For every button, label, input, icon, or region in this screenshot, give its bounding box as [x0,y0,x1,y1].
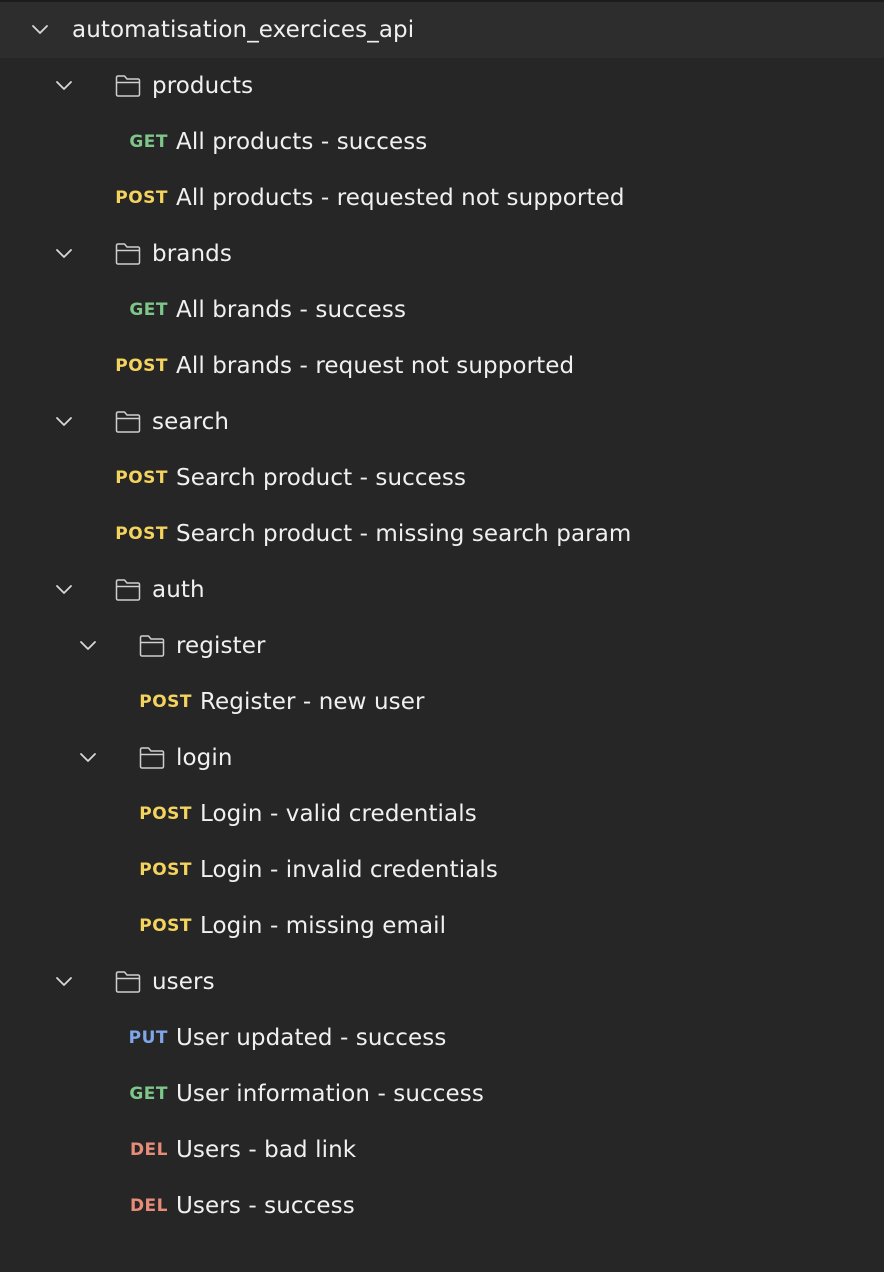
chevron-down-icon[interactable] [55,245,73,263]
request-label: Login - missing email [200,913,447,939]
request-item[interactable]: POST Login - valid credentials [0,786,884,842]
folder-label: login [176,745,233,771]
chevron-down-icon[interactable] [55,973,73,991]
folder-icon [114,409,142,435]
request-label: All brands - success [176,297,407,323]
folder-icon [114,241,142,267]
method-badge-put: PUT [128,1028,168,1048]
request-item[interactable]: DEL Users - success [0,1178,884,1234]
chevron-down-icon[interactable] [55,413,73,431]
method-badge-post: POST [139,804,192,824]
request-item[interactable]: POST All products - requested not support… [0,170,884,226]
folder-icon [138,633,166,659]
chevron-down-icon[interactable] [55,581,73,599]
method-badge-get: GET [129,300,168,320]
folder-brands[interactable]: brands [0,226,884,282]
folder-login[interactable]: login [0,730,884,786]
request-label: All brands - request not supported [176,353,575,379]
request-label: Search product - missing search param [176,521,632,547]
method-badge-get: GET [129,132,168,152]
request-item[interactable]: GET All products - success [0,114,884,170]
request-item[interactable]: POST Login - invalid credentials [0,842,884,898]
folder-label: search [152,409,230,435]
method-badge-post: POST [139,916,192,936]
request-item[interactable]: DEL Users - bad link [0,1122,884,1178]
chevron-down-icon[interactable] [55,77,73,95]
request-item[interactable]: POST Register - new user [0,674,884,730]
request-label: Login - valid credentials [200,801,477,827]
folder-label: register [176,633,266,659]
folder-auth[interactable]: auth [0,562,884,618]
folder-icon [138,745,166,771]
request-item[interactable]: POST All brands - request not supported [0,338,884,394]
method-badge-post: POST [115,524,168,544]
method-badge-post: POST [115,468,168,488]
request-label: Register - new user [200,689,425,715]
folder-register[interactable]: register [0,618,884,674]
chevron-down-icon[interactable] [31,21,49,39]
method-badge-get: GET [129,1084,168,1104]
method-badge-del: DEL [129,1196,168,1216]
folder-label: auth [152,577,205,603]
folder-products[interactable]: products [0,58,884,114]
folder-search[interactable]: search [0,394,884,450]
request-label: User information - success [176,1081,484,1107]
request-label: Login - invalid credentials [200,857,498,883]
method-badge-post: POST [139,692,192,712]
collection-name: automatisation_exercices_api [72,17,415,43]
request-label: All products - success [176,129,428,155]
folder-icon [114,969,142,995]
method-badge-del: DEL [129,1140,168,1160]
collection-root[interactable]: automatisation_exercices_api [0,2,884,58]
request-item[interactable]: GET User information - success [0,1066,884,1122]
request-label: Users - bad link [176,1137,357,1163]
folder-icon [114,73,142,99]
request-label: All products - requested not supported [176,185,625,211]
method-badge-post: POST [139,860,192,880]
request-item[interactable]: POST Login - missing email [0,898,884,954]
request-item[interactable]: POST Search product - missing search para… [0,506,884,562]
folder-label: users [152,969,215,995]
request-label: Search product - success [176,465,467,491]
folder-users[interactable]: users [0,954,884,1010]
folder-label: products [152,73,254,99]
method-badge-post: POST [115,188,168,208]
request-item[interactable]: GET All brands - success [0,282,884,338]
request-item[interactable]: PUT User updated - success [0,1010,884,1066]
folder-label: brands [152,241,232,267]
request-item[interactable]: POST Search product - success [0,450,884,506]
request-label: Users - success [176,1193,355,1219]
chevron-down-icon[interactable] [79,637,97,655]
method-badge-post: POST [115,356,168,376]
chevron-down-icon[interactable] [79,749,97,767]
request-label: User updated - success [176,1025,447,1051]
folder-icon [114,577,142,603]
